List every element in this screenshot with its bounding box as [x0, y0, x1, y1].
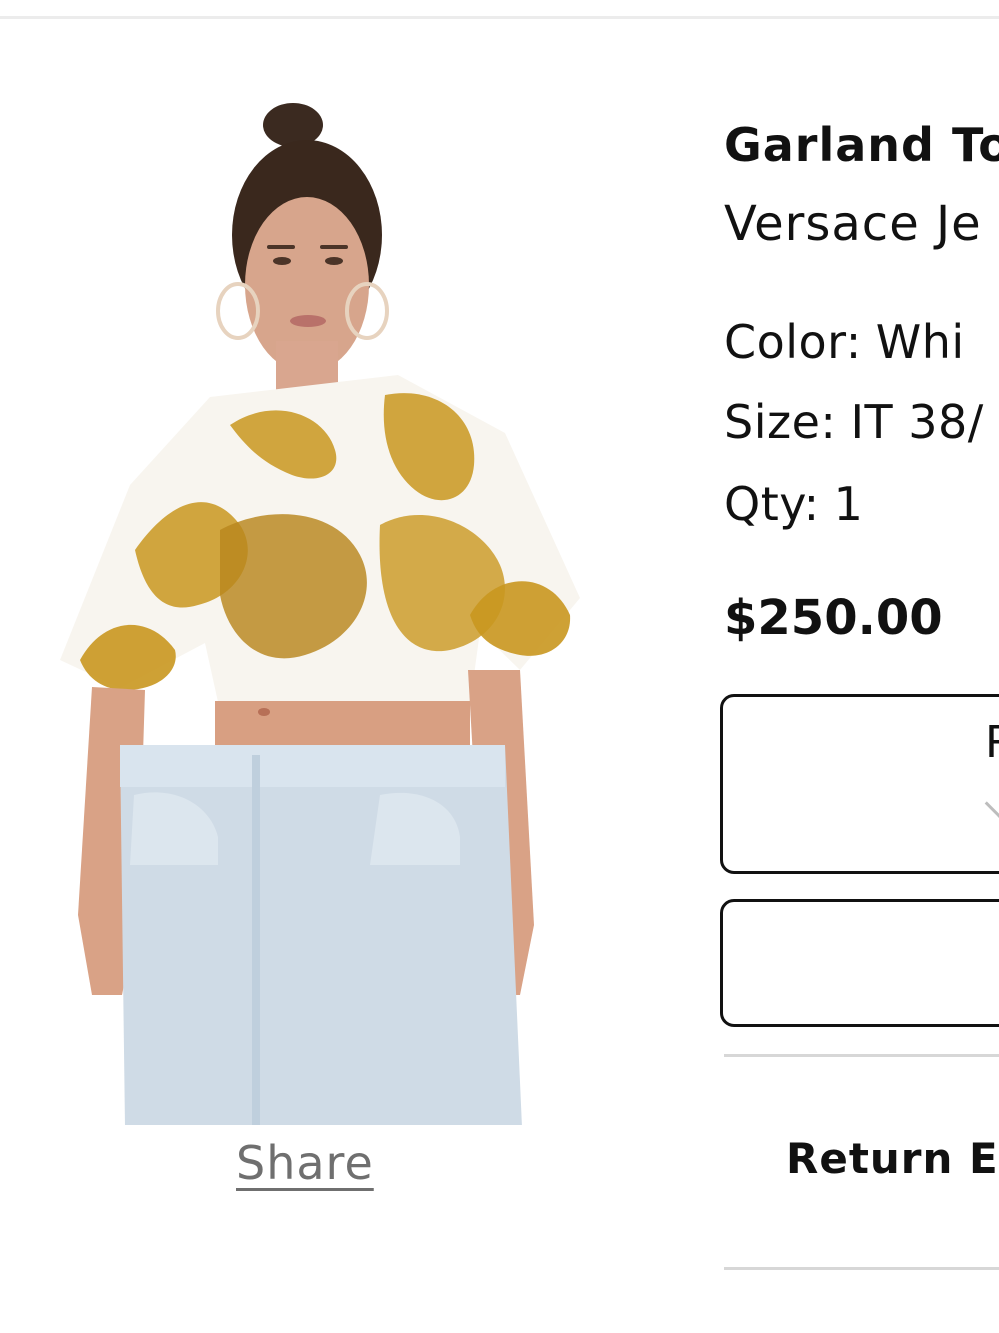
return-exchange-link[interactable]: Return E	[786, 1134, 999, 1183]
share-link[interactable]: Share	[236, 1136, 374, 1190]
size-value: IT 38/	[850, 395, 984, 449]
size-attribute: Size: IT 38/	[724, 395, 984, 449]
order-item-page: Share Garland To Versace Je Color: Whi Si…	[0, 0, 999, 1333]
quantity-value: 1	[833, 477, 864, 531]
secondary-action-button[interactable]	[720, 899, 999, 1027]
brand-name[interactable]: Versace Je	[724, 196, 982, 252]
product-photo	[50, 95, 590, 1127]
color-attribute: Color: Whi	[724, 315, 965, 369]
size-label: Size:	[724, 395, 837, 449]
price: $250.00	[724, 590, 943, 646]
chevron-down-icon	[984, 788, 999, 819]
section-divider	[724, 1054, 999, 1057]
quantity-label: Qty:	[724, 477, 820, 531]
quantity-attribute: Qty: 1	[724, 477, 863, 531]
color-label: Color:	[724, 315, 862, 369]
section-divider	[724, 1267, 999, 1270]
top-divider	[0, 16, 999, 19]
primary-action-label: R	[985, 717, 999, 768]
color-value: Whi	[875, 315, 965, 369]
product-name: Garland To	[724, 118, 999, 172]
primary-action-button[interactable]: R	[720, 694, 999, 874]
product-image[interactable]	[50, 95, 590, 1127]
